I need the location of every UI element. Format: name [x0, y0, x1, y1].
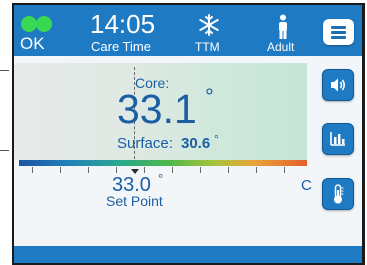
adult-person-icon [274, 14, 292, 40]
device-frame: OK 14:05 Care Time TTM Adult Core: 33.1 … [0, 0, 367, 265]
left-ruler [0, 0, 12, 265]
temperature-unit: C [301, 177, 312, 194]
status-light-icon [21, 16, 37, 32]
snowflake-icon [198, 14, 220, 36]
care-time-value: 14:05 [90, 9, 156, 39]
status-light-icon [36, 16, 52, 32]
care-time-label: Care Time [91, 39, 151, 54]
volume-button[interactable] [322, 69, 354, 101]
status-text: OK [20, 34, 45, 53]
setpoint-label: Set Point [106, 193, 163, 209]
patient-type-label: Adult [267, 40, 295, 54]
ruler-tick [0, 150, 9, 151]
temperature-button[interactable] [322, 178, 354, 210]
menu-button[interactable] [323, 19, 354, 45]
setpoint-value[interactable]: 33.0 [112, 175, 151, 195]
surface-temp-degree: ° [214, 132, 219, 146]
therapy-mode-label: TTM [195, 40, 220, 54]
surface-temp-value: 30.6 [181, 135, 211, 152]
surface-temp-label: Surface: [117, 135, 173, 152]
screen: OK 14:05 Care Time TTM Adult Core: 33.1 … [14, 5, 362, 263]
trend-chart-button[interactable] [322, 123, 354, 155]
core-temp-degree: ° [205, 84, 214, 109]
ruler-tick [0, 70, 9, 71]
header-bar: OK 14:05 Care Time TTM Adult [14, 5, 362, 56]
core-temp-value: 33.1 [117, 86, 197, 132]
temperature-scale-bar [19, 160, 307, 166]
footer-bar [14, 246, 362, 263]
setpoint-degree: ° [158, 171, 164, 186]
